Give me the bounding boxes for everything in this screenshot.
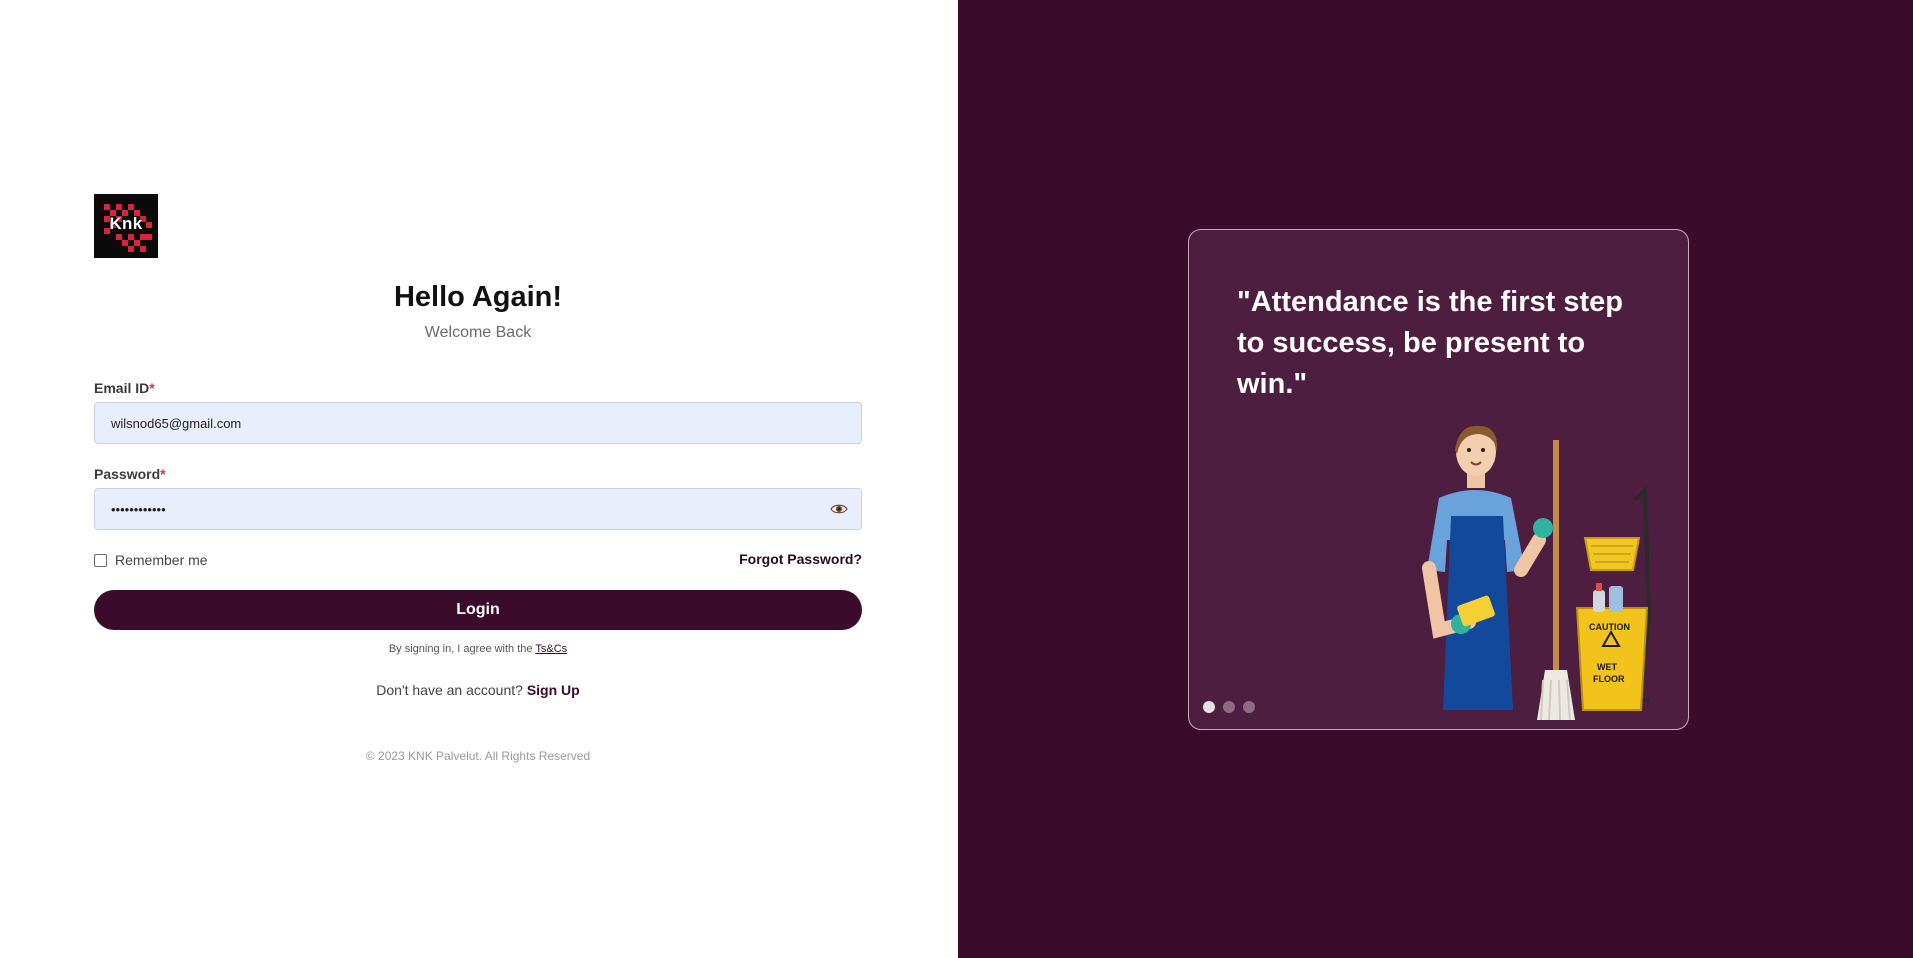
terms-link[interactable]: Ts&Cs — [535, 643, 567, 655]
carousel-dot-1[interactable] — [1203, 701, 1215, 713]
signup-prefix: Don't have an account? — [376, 682, 527, 698]
password-label-text: Password — [94, 466, 161, 482]
required-mark: * — [160, 466, 166, 482]
carousel-dot-3[interactable] — [1243, 701, 1255, 713]
copyright: © 2023 KNK Palvelut. All Rights Reserved — [365, 749, 591, 763]
svg-text:FLOOR: FLOOR — [1593, 674, 1625, 684]
email-field[interactable] — [94, 402, 862, 444]
remember-me[interactable]: Remember me — [94, 552, 208, 568]
carousel-dot-2[interactable] — [1223, 701, 1235, 713]
login-panel: Knk Hello Again! Welcome Back Email ID* … — [0, 0, 958, 958]
knk-logo: Knk — [94, 194, 158, 258]
quote-text: "Attendance is the first step to success… — [1237, 286, 1623, 400]
quote-carousel-card: "Attendance is the first step to success… — [1188, 229, 1689, 730]
logo-text: Knk — [109, 214, 143, 233]
signup-link[interactable]: Sign Up — [527, 682, 580, 698]
remember-label: Remember me — [115, 552, 208, 568]
eye-icon[interactable] — [827, 497, 851, 521]
email-label-text: Email ID — [94, 380, 150, 396]
page-subtitle: Welcome Back — [424, 324, 532, 341]
page-title: Hello Again! — [393, 281, 563, 313]
password-label: Password* — [94, 466, 166, 482]
cleaning-worker-illustration: CAUTION WET FLOOR — [1422, 425, 1652, 720]
remember-checkbox[interactable] — [94, 553, 107, 567]
forgot-password-link[interactable]: Forgot Password? — [649, 551, 862, 567]
login-button[interactable]: Login — [94, 590, 862, 630]
signup-prompt: Don't have an account? Sign Up — [94, 682, 862, 698]
required-mark: * — [149, 380, 155, 396]
carousel-dots — [1203, 701, 1255, 713]
terms-prefix: By signing in, I agree with the — [388, 643, 536, 655]
svg-text:WET: WET — [1597, 662, 1617, 672]
email-label: Email ID* — [94, 380, 155, 396]
password-field[interactable] — [94, 488, 862, 530]
terms-notice: By signing in, I agree with the Ts&Cs — [94, 643, 862, 655]
svg-text:CAUTION: CAUTION — [1589, 622, 1630, 632]
